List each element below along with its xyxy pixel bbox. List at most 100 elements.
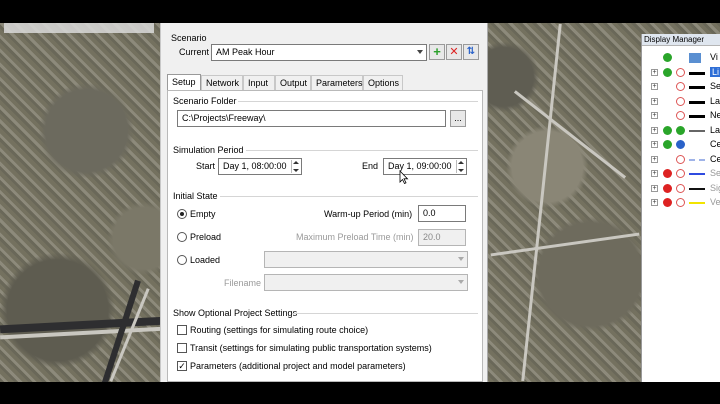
expand-icon[interactable]: + [651,199,658,206]
visible-icon[interactable] [663,67,672,77]
start-time-input[interactable]: Day 1, 08:00:00 [218,158,302,175]
layer-row[interactable]: + Se [644,80,720,94]
current-label: Current [179,47,210,57]
expand-icon[interactable]: + [651,83,658,90]
routing-checkbox[interactable] [177,325,187,335]
display-manager-panel: Display Manager Vi+Li+Se+La+Ne+La+Ce+Ce+… [641,34,720,382]
expand-icon[interactable]: + [651,68,658,76]
expand-icon[interactable]: + [651,155,658,163]
line-style-icon [689,71,705,75]
plus-icon[interactable]: + [429,44,445,60]
filename-select[interactable] [264,274,468,291]
letterbox-top [0,0,720,23]
layer-row[interactable]: + Li [644,66,720,80]
layer-label: Ce [710,139,720,149]
loaded-radio[interactable] [177,255,187,265]
hidden-icon[interactable] [663,198,672,207]
visible-icon[interactable] [663,53,672,62]
layer-row[interactable]: + Ce [644,153,720,167]
layer-row[interactable]: Vi [644,51,720,65]
expand-icon[interactable]: + [651,141,658,148]
expand-icon[interactable]: + [651,97,658,105]
tab-setup[interactable]: Setup [167,74,201,90]
warmup-input[interactable]: 0.0 [418,205,466,222]
layer-state-icon[interactable] [676,183,685,193]
layer-row[interactable]: + La [644,95,720,109]
filename-label: Filename [224,278,262,288]
tab-parameters[interactable]: Parameters [311,75,363,90]
tab-output[interactable]: Output [275,75,311,90]
simulation-period-header: Simulation Period [173,145,244,155]
layer-state-icon[interactable] [676,169,685,178]
empty-label: Empty [190,209,216,219]
spinner-icon[interactable] [291,160,300,173]
spinner-icon[interactable] [456,160,465,173]
layer-label: Sig [710,182,720,193]
visible-icon[interactable] [663,125,672,135]
layer-state-icon[interactable] [676,111,685,120]
street [490,232,640,257]
hidden-icon[interactable] [663,169,672,178]
layer-state-icon[interactable] [676,96,685,106]
line-style-icon [689,100,705,104]
chevron-down-icon [458,280,464,284]
x-icon[interactable]: ✕ [446,44,462,60]
layer-label: Vi [710,52,718,62]
tab-network[interactable]: Network [201,75,243,90]
layer-row[interactable]: + Sig [644,182,720,196]
layer-state-icon[interactable] [676,125,685,135]
hidden-icon[interactable] [663,183,672,193]
end-label: End [362,161,379,171]
end-time-input[interactable]: Day 1, 09:00:00 [383,158,467,175]
layer-row[interactable]: + Ce [644,138,720,152]
street [521,23,562,382]
current-scenario-select[interactable]: AM Peak Hour [211,44,427,61]
layer-label: La [710,124,720,135]
sort-icon[interactable]: ⇅ [463,44,479,60]
empty-radio[interactable] [177,209,187,219]
max-preload-label: Maximum Preload Time (min) [296,232,414,242]
layer-label: Ne [710,110,720,120]
layer-label: Ve [710,197,720,207]
expand-icon[interactable]: + [651,112,658,119]
expand-icon[interactable]: + [651,126,658,134]
layer-state-icon[interactable] [676,82,685,91]
layer-state-icon[interactable] [676,154,685,164]
layer-label: Se [710,168,720,178]
display-manager-title: Display Manager [642,34,720,46]
visible-icon[interactable] [663,140,672,149]
preload-radio[interactable] [177,232,187,242]
project-settings-dialog: Scenario Current AM Peak Hour + ✕ ⇅ Setu… [160,23,488,382]
browse-button[interactable]: ... [450,110,466,127]
routing-label: Routing (settings for simulating route c… [190,325,369,335]
preload-label: Preload [190,232,222,242]
layer-state-icon[interactable] [676,67,685,77]
tab-options[interactable]: Options [363,75,403,90]
loaded-select[interactable] [264,251,468,268]
parameters-label: Parameters (additional project and model… [190,361,406,371]
layer-state-icon[interactable] [676,140,685,149]
scenario-folder-input[interactable]: C:\Projects\Freeway\ [177,110,446,127]
layer-row[interactable]: + Ve [644,196,720,210]
parameters-checkbox[interactable]: ✓ [177,361,187,371]
max-preload-input[interactable]: 20.0 [418,229,466,246]
street [513,90,627,179]
tab-input[interactable]: Input [243,75,275,90]
expand-icon[interactable]: + [651,184,658,192]
transit-checkbox[interactable] [177,343,187,353]
end-time-value: Day 1, 09:00:00 [388,161,452,171]
layer-label: Ce [710,153,720,164]
letterbox-bottom [0,382,720,404]
chevron-down-icon [458,257,464,261]
layer-state-icon[interactable] [676,198,685,207]
layer-label: La [710,95,720,106]
expand-icon[interactable]: + [651,170,658,177]
initial-state-header: Initial State [173,191,218,201]
mouse-cursor-icon [399,170,409,184]
transit-label: Transit (settings for simulating public … [190,343,432,353]
line-style-icon [689,187,705,190]
layer-row[interactable]: + La [644,124,720,138]
map-toolbar[interactable] [4,23,154,33]
layer-row[interactable]: + Ne [644,109,720,123]
layer-row[interactable]: + Se [644,167,720,181]
